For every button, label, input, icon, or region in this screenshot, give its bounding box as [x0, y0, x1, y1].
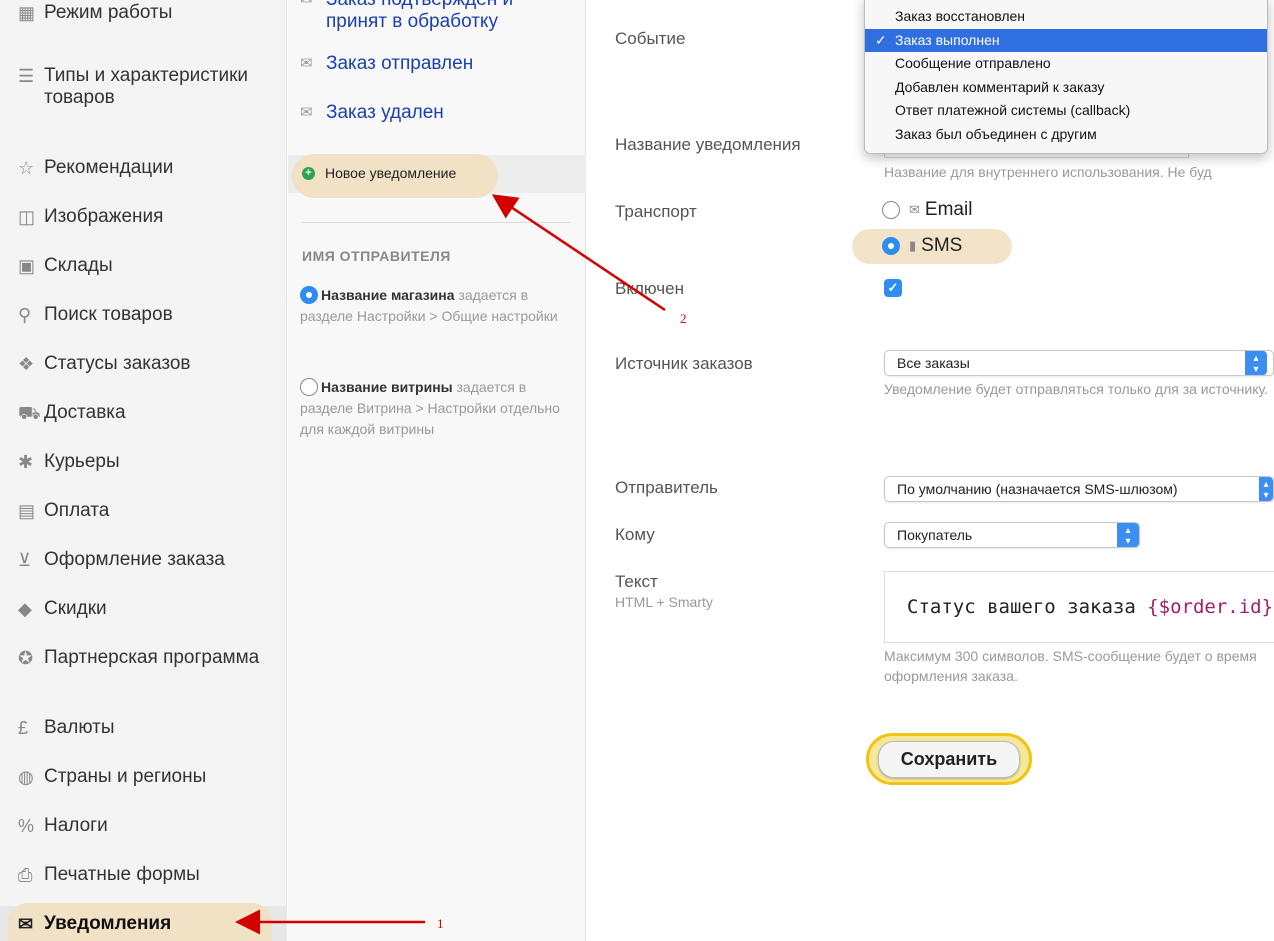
recipient-label: Кому [615, 525, 655, 544]
save-button[interactable]: Сохранить [866, 733, 1032, 785]
event-option[interactable]: Сообщение отправлено [865, 52, 1267, 75]
transport-label: Транспорт [615, 202, 697, 221]
radio-unselected-icon[interactable] [300, 378, 318, 396]
order-source-hint: Уведомление будет отправляться только дл… [884, 381, 1268, 397]
notification-name-hint: Название для внутреннего использования. … [884, 164, 1212, 180]
sidebar-item-product-search[interactable]: ⚲ Поиск товаров [18, 304, 273, 326]
percent-icon: % [18, 816, 35, 836]
sender-label: Отправитель [615, 478, 718, 497]
sidebar-item-order-statuses[interactable]: ❖ Статусы заказов [18, 353, 273, 375]
printer-icon: ⎙ [18, 865, 33, 885]
sidebar-item-couriers[interactable]: ✱ Курьеры [18, 451, 273, 473]
notification-item-order-confirmed[interactable]: ✉ Заказ подтвержден и принят в обработку [300, 0, 566, 33]
notifications-list-panel: ✉ Заказ подтвержден и принят в обработку… [288, 0, 586, 941]
radio-selected-icon[interactable] [882, 237, 900, 255]
cart-icon: ⊻ [18, 550, 32, 570]
transport-email-option[interactable]: ✉ Email [882, 199, 972, 221]
wallet-icon: ▤ [18, 501, 36, 521]
sender-select[interactable]: По умолчанию (назначается SMS-шлюзом) ▴ ▾ [884, 476, 1274, 502]
images-icon: ◫ [18, 207, 36, 227]
truck-icon: ⛟ [18, 403, 41, 423]
message-text-area[interactable]: Статус вашего заказа {$order.id} [884, 571, 1274, 643]
enabled-label: Включен [615, 279, 684, 298]
order-source-label: Источник заказов [615, 354, 753, 373]
sidebar-item-taxes[interactable]: % Налоги [18, 815, 273, 837]
chevron-updown-icon: ▴ ▾ [1117, 523, 1139, 547]
search-icon: ⚲ [18, 305, 32, 325]
new-notification-button[interactable]: + Новое уведомление [302, 165, 456, 181]
pound-icon: £ [18, 718, 29, 738]
sidebar-item-print-forms[interactable]: ⎙ Печатные формы [18, 864, 273, 886]
box-icon: ▣ [18, 256, 36, 276]
event-option[interactable]: Ответ платежной системы (callback) [865, 99, 1267, 122]
divider [302, 222, 570, 223]
radio-unselected-icon[interactable] [882, 201, 900, 219]
envelope-icon: ✉ [909, 202, 920, 217]
event-option-selected[interactable]: ✓ Заказ выполнен [865, 29, 1267, 52]
sidebar-item-countries[interactable]: ◍ Страны и регионы [18, 766, 273, 788]
envelope-icon: ✉ [300, 104, 313, 121]
notification-item-order-shipped[interactable]: ✉ Заказ отправлен [300, 53, 473, 75]
envelope-icon: ✉ [300, 55, 313, 72]
sidebar-item-shipping[interactable]: ⛟ Доставка [18, 402, 273, 424]
sidebar-item-work-mode[interactable]: ▦ Режим работы [18, 2, 273, 24]
sidebar-item-payment[interactable]: ▤ Оплата [18, 500, 273, 522]
list-icon: ☰ [18, 66, 35, 86]
event-label: Событие [615, 29, 686, 48]
event-option[interactable]: Заказ был объединен с другим [865, 123, 1267, 146]
enabled-checkbox[interactable]: ✓ [884, 279, 902, 297]
sidebar-item-currencies[interactable]: £ Валюты [18, 717, 273, 739]
envelope-icon: ✉ [18, 914, 34, 934]
chevron-updown-icon: ▴ ▾ [1259, 477, 1273, 501]
globe-icon: ◍ [18, 767, 34, 787]
text-label: Текст [615, 572, 658, 591]
sender-name-heading: ИМЯ ОТПРАВИТЕЛЯ [302, 248, 451, 264]
message-text-hint: Максимум 300 символов. SMS-сообщение буд… [884, 648, 1257, 684]
notification-name-label: Название уведомления [615, 135, 801, 154]
settings-sidebar: ▦ Режим работы ☰ Типы и характеристики т… [0, 0, 287, 941]
phone-icon: ▮ [909, 238, 917, 253]
calendar-icon: ▦ [18, 3, 36, 23]
plus-icon: + [302, 166, 315, 180]
envelope-icon: ✉ [300, 0, 326, 33]
sidebar-item-discounts[interactable]: ◆ Скидки [18, 598, 273, 620]
event-dropdown-menu: Заказ восстановлен ✓ Заказ выполнен Сооб… [864, 0, 1268, 154]
order-source-select[interactable]: Все заказы ▴ ▾ [884, 350, 1274, 376]
runner-icon: ✱ [18, 452, 34, 472]
chevron-updown-icon: ▴ ▾ [1245, 351, 1267, 375]
checkmark-icon: ✓ [875, 32, 887, 48]
transport-sms-option[interactable]: ▮ SMS [882, 235, 962, 257]
sidebar-item-images[interactable]: ◫ Изображения [18, 206, 273, 228]
sidebar-item-notifications[interactable]: ✉ Уведомления [18, 913, 273, 935]
sidebar-item-product-types[interactable]: ☰ Типы и характеристики товаров [18, 65, 273, 109]
annotation-number-2: 2 [680, 311, 687, 326]
sidebar-item-checkout[interactable]: ⊻ Оформление заказа [18, 549, 273, 571]
recipient-select[interactable]: Покупатель ▴ ▾ [884, 522, 1140, 548]
award-icon: ✪ [18, 648, 34, 668]
tag-icon: ◆ [18, 599, 32, 619]
sender-option-store-name[interactable]: Название магазина задается в разделе Нас… [300, 285, 572, 327]
sidebar-item-warehouses[interactable]: ▣ Склады [18, 255, 273, 277]
sender-option-storefront-name[interactable]: Название витрины задается в разделе Витр… [300, 377, 572, 440]
tags-icon: ❖ [18, 354, 35, 374]
star-icon: ☆ [18, 158, 35, 178]
event-option[interactable]: Заказ восстановлен [865, 5, 1267, 28]
annotation-number-1: 1 [437, 916, 444, 931]
radio-selected-icon[interactable] [300, 286, 318, 304]
notification-item-order-deleted[interactable]: ✉ Заказ удален [300, 102, 444, 124]
sidebar-item-affiliate[interactable]: ✪ Партнерская программа [18, 647, 273, 669]
event-option[interactable]: Добавлен комментарий к заказу [865, 76, 1267, 99]
text-sublabel: HTML + Smarty [615, 594, 713, 610]
sidebar-item-recommendations[interactable]: ☆ Рекомендации [18, 157, 273, 179]
